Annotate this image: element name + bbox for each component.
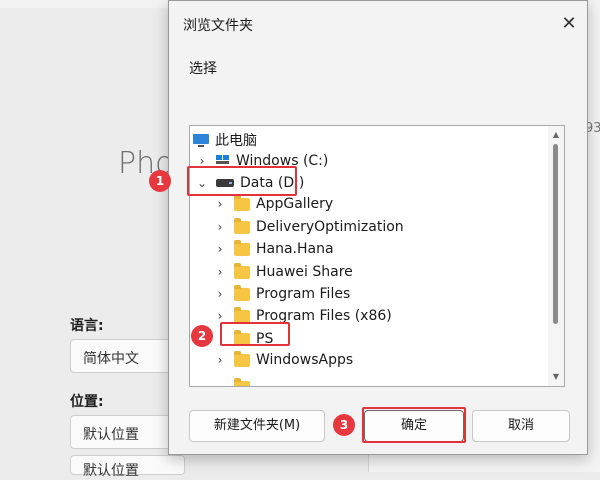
tree-item-this-pc[interactable]: 此电脑 — [193, 129, 257, 151]
tree-item-label: DeliveryOptimization — [256, 219, 404, 235]
close-icon[interactable]: ✕ — [557, 13, 581, 35]
browse-folder-dialog: 浏览文件夹 ✕ 选择 此电脑 › Windows (C:) ⌄ Data (D:… — [168, 0, 588, 455]
tree-item-label: Huawei Share — [256, 264, 353, 280]
chevron-right-icon[interactable]: › — [214, 242, 226, 256]
chevron-right-icon[interactable]: › — [214, 197, 226, 211]
tree-item-huawei-share[interactable]: › Huawei Share — [214, 261, 353, 283]
new-folder-button[interactable]: 新建文件夹(M) — [189, 410, 325, 442]
scroll-thumb[interactable] — [553, 144, 558, 324]
chevron-right-icon[interactable]: › — [214, 353, 226, 367]
annotation-step-2: 2 — [191, 325, 213, 347]
tree-item-partial — [234, 376, 256, 386]
annotation-highlight-data-drive — [187, 166, 297, 196]
folder-tree[interactable]: 此电脑 › Windows (C:) ⌄ Data (D:) › AppGall… — [189, 125, 565, 387]
tree-item-hana[interactable]: › Hana.Hana — [214, 238, 334, 260]
tree-item-label: Hana.Hana — [256, 241, 334, 257]
tree-item-label: 此电脑 — [215, 133, 257, 149]
location-label: 位置: — [70, 394, 104, 410]
chevron-right-icon[interactable]: › — [214, 287, 226, 301]
folder-icon — [234, 350, 250, 367]
folder-icon — [234, 194, 250, 211]
location-select-secondary[interactable]: 默认位置 — [70, 455, 185, 479]
dialog-description: 选择 — [189, 61, 217, 77]
tree-item-program-files[interactable]: › Program Files — [214, 283, 350, 305]
chevron-right-icon[interactable]: › — [214, 220, 226, 234]
tree-scrollbar[interactable]: ▲ ▼ — [548, 126, 564, 386]
tree-item-label: WindowsApps — [256, 352, 354, 368]
tree-item-deliveryoptimization[interactable]: › DeliveryOptimization — [214, 216, 404, 238]
computer-icon — [193, 133, 209, 147]
scroll-up-icon[interactable]: ▲ — [548, 128, 564, 142]
tree-item-windowsapps[interactable]: › WindowsApps — [214, 349, 353, 371]
chevron-right-icon[interactable]: › — [214, 265, 226, 279]
annotation-step-1: 1 — [149, 170, 171, 192]
language-label: 语言: — [70, 318, 104, 334]
annotation-step-3: 3 — [333, 414, 355, 436]
folder-icon — [234, 284, 250, 301]
folder-icon — [234, 217, 250, 234]
folder-icon — [234, 262, 250, 279]
tree-item-label: AppGallery — [256, 196, 334, 212]
folder-icon — [234, 306, 250, 323]
tree-item-label: Program Files — [256, 286, 351, 302]
chevron-right-icon[interactable]: › — [214, 309, 226, 323]
cancel-button[interactable]: 取消 — [472, 410, 570, 442]
folder-icon — [234, 239, 250, 256]
tree-item-appgallery[interactable]: › AppGallery — [214, 193, 333, 215]
dialog-title: 浏览文件夹 — [183, 18, 253, 34]
annotation-highlight-ps-folder — [220, 322, 290, 346]
scroll-down-icon[interactable]: ▼ — [548, 370, 564, 384]
annotation-highlight-ok-button — [362, 407, 466, 443]
folder-icon — [234, 377, 250, 386]
